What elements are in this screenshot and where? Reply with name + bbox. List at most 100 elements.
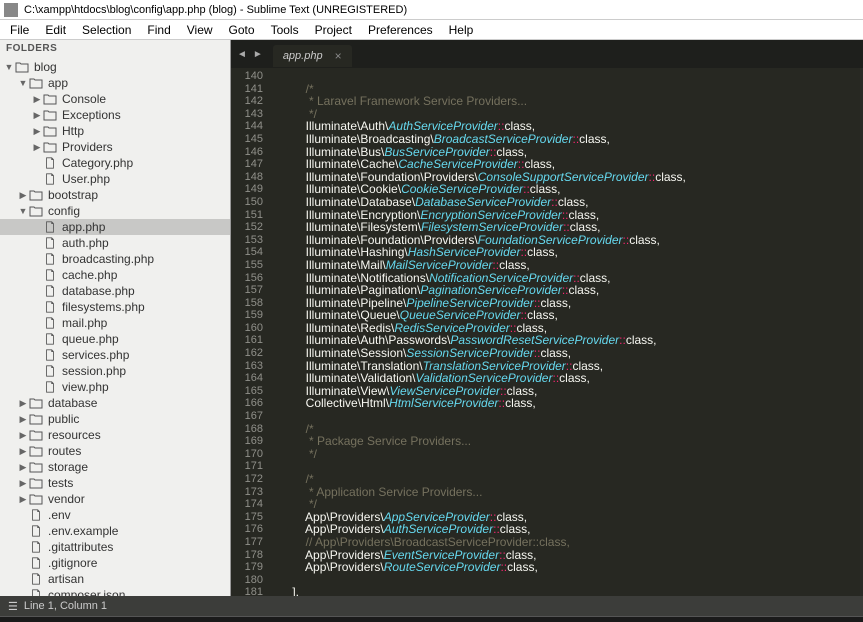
file-item[interactable]: ▶session.php xyxy=(0,363,230,379)
file-item[interactable]: ▶Category.php xyxy=(0,155,230,171)
code-line[interactable] xyxy=(271,460,860,473)
folder-icon xyxy=(28,492,44,506)
menu-project[interactable]: Project xyxy=(309,23,358,37)
line-number: 151 xyxy=(231,209,263,222)
chevron-right-icon[interactable]: ▶ xyxy=(18,494,28,505)
folder-item[interactable]: ▶public xyxy=(0,411,230,427)
file-item[interactable]: ▶.gitattributes xyxy=(0,539,230,555)
sidebar: FOLDERS ▼blog▼app▶Console▶Exceptions▶Htt… xyxy=(0,40,231,596)
chevron-right-icon[interactable]: ▶ xyxy=(32,94,42,105)
tab-prev-icon[interactable]: ◄ xyxy=(235,49,249,60)
chevron-right-icon[interactable]: ▶ xyxy=(32,126,42,137)
chevron-right-icon[interactable]: ▶ xyxy=(18,446,28,457)
folder-item[interactable]: ▶Exceptions xyxy=(0,107,230,123)
folder-item[interactable]: ▶resources xyxy=(0,427,230,443)
chevron-down-icon[interactable]: ▼ xyxy=(18,78,28,88)
tree-item-label: auth.php xyxy=(62,236,109,250)
chevron-right-icon[interactable]: ▶ xyxy=(18,190,28,201)
code-line[interactable]: ], xyxy=(271,586,860,596)
folder-item[interactable]: ▼app xyxy=(0,75,230,91)
menu-view[interactable]: View xyxy=(181,23,219,37)
chevron-right-icon[interactable]: ▶ xyxy=(18,478,28,489)
folder-item[interactable]: ▼config xyxy=(0,203,230,219)
folder-item[interactable]: ▶vendor xyxy=(0,491,230,507)
file-item[interactable]: ▶cache.php xyxy=(0,267,230,283)
code-line[interactable]: Collective\Html\HtmlServiceProvider::cla… xyxy=(271,397,860,410)
folder-item[interactable]: ▼blog xyxy=(0,59,230,75)
line-number: 168 xyxy=(231,423,263,436)
folder-item[interactable]: ▶routes xyxy=(0,443,230,459)
menu-selection[interactable]: Selection xyxy=(76,23,137,37)
code-line[interactable]: * Application Service Providers... xyxy=(271,486,860,499)
file-item[interactable]: ▶.env.example xyxy=(0,523,230,539)
chevron-down-icon[interactable]: ▼ xyxy=(18,206,28,216)
file-item[interactable]: ▶auth.php xyxy=(0,235,230,251)
file-icon xyxy=(42,332,58,346)
menu-file[interactable]: File xyxy=(4,23,35,37)
folder-item[interactable]: ▶storage xyxy=(0,459,230,475)
code-line[interactable]: App\Providers\RouteServiceProvider::clas… xyxy=(271,561,860,574)
file-item[interactable]: ▶filesystems.php xyxy=(0,299,230,315)
file-item[interactable]: ▶database.php xyxy=(0,283,230,299)
line-gutter: 1401411421431441451461471481491501511521… xyxy=(231,68,271,596)
folder-icon xyxy=(14,60,30,74)
line-number: 160 xyxy=(231,322,263,335)
chevron-right-icon[interactable]: ▶ xyxy=(18,430,28,441)
menu-goto[interactable]: Goto xyxy=(223,23,261,37)
code-line[interactable] xyxy=(271,574,860,587)
chevron-right-icon[interactable]: ▶ xyxy=(18,462,28,473)
code-content[interactable]: /* * Laravel Framework Service Providers… xyxy=(271,68,860,596)
folder-item[interactable]: ▶database xyxy=(0,395,230,411)
menu-find[interactable]: Find xyxy=(141,23,176,37)
file-item[interactable]: ▶broadcasting.php xyxy=(0,251,230,267)
code-area[interactable]: 1401411421431441451461471481491501511521… xyxy=(231,68,863,596)
chevron-right-icon[interactable]: ▶ xyxy=(32,110,42,121)
tab-active[interactable]: app.php × xyxy=(273,45,352,67)
file-icon xyxy=(28,540,44,554)
chevron-right-icon[interactable]: ▶ xyxy=(18,398,28,409)
file-item[interactable]: ▶services.php xyxy=(0,347,230,363)
statusbar[interactable]: ☰ Line 1, Column 1 xyxy=(0,596,863,616)
file-icon xyxy=(28,588,44,596)
close-icon[interactable]: × xyxy=(335,49,342,63)
file-item[interactable]: ▶.gitignore xyxy=(0,555,230,571)
menu-help[interactable]: Help xyxy=(443,23,480,37)
file-item[interactable]: ▶view.php xyxy=(0,379,230,395)
file-item[interactable]: ▶composer.json xyxy=(0,587,230,596)
tree-item-label: .gitattributes xyxy=(48,540,113,554)
tree-item-label: tests xyxy=(48,476,73,490)
code-line[interactable]: * Laravel Framework Service Providers... xyxy=(271,95,860,108)
folder-item[interactable]: ▶ tests xyxy=(0,475,230,491)
file-item[interactable]: ▶User.php xyxy=(0,171,230,187)
code-line[interactable] xyxy=(271,70,860,83)
line-number: 156 xyxy=(231,272,263,285)
file-item[interactable]: ▶mail.php xyxy=(0,315,230,331)
folder-item[interactable]: ▶Providers xyxy=(0,139,230,155)
folder-item[interactable]: ▶Console xyxy=(0,91,230,107)
folder-item[interactable]: ▶ bootstrap xyxy=(0,187,230,203)
menu-preferences[interactable]: Preferences xyxy=(362,23,439,37)
chevron-right-icon[interactable]: ▶ xyxy=(18,414,28,425)
folder-item[interactable]: ▶Http xyxy=(0,123,230,139)
file-icon xyxy=(42,172,58,186)
folder-icon xyxy=(28,204,44,218)
file-item[interactable]: ▶artisan xyxy=(0,571,230,587)
chevron-right-icon[interactable]: ▶ xyxy=(32,142,42,153)
folder-tree[interactable]: ▼blog▼app▶Console▶Exceptions▶Http▶Provid… xyxy=(0,57,230,596)
chevron-down-icon[interactable]: ▼ xyxy=(4,62,14,72)
menu-tools[interactable]: Tools xyxy=(265,23,305,37)
tree-item-label: bootstrap xyxy=(48,188,98,202)
file-item[interactable]: ▶.env xyxy=(0,507,230,523)
code-line[interactable]: */ xyxy=(271,448,860,461)
file-item[interactable]: ▶queue.php xyxy=(0,331,230,347)
tab-next-icon[interactable]: ► xyxy=(251,49,265,60)
code-line[interactable]: * Package Service Providers... xyxy=(271,435,860,448)
line-number: 169 xyxy=(231,435,263,448)
folder-icon xyxy=(28,428,44,442)
file-item[interactable]: ▶app.php xyxy=(0,219,230,235)
folder-icon xyxy=(28,412,44,426)
file-icon xyxy=(28,524,44,538)
code-line[interactable] xyxy=(271,410,860,423)
menu-edit[interactable]: Edit xyxy=(39,23,72,37)
line-number: 157 xyxy=(231,284,263,297)
